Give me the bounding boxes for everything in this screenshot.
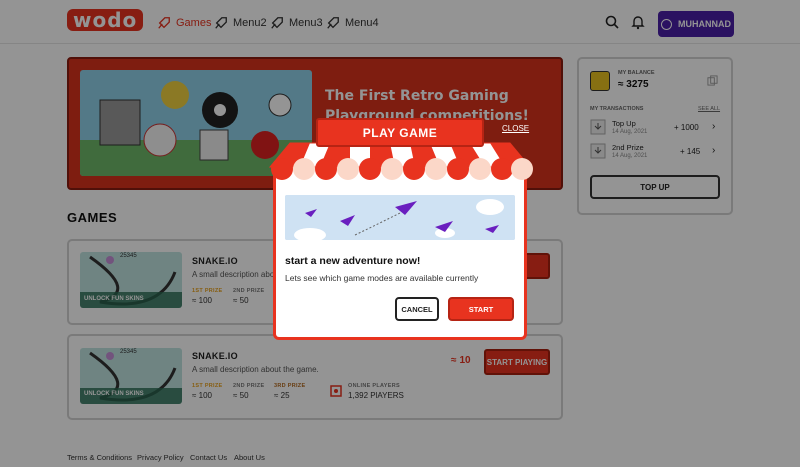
cancel-button[interactable]: CANCEL xyxy=(395,297,439,321)
modal-title-banner: PLAY GAME xyxy=(316,118,484,147)
modal-close-link[interactable]: CLOSE xyxy=(502,124,529,133)
modal-description: Lets see which game modes are available … xyxy=(285,273,479,283)
start-button[interactable]: START xyxy=(448,297,514,321)
modal-heading: start a new adventure now! xyxy=(285,255,421,267)
paper-planes-illustration xyxy=(285,195,515,240)
